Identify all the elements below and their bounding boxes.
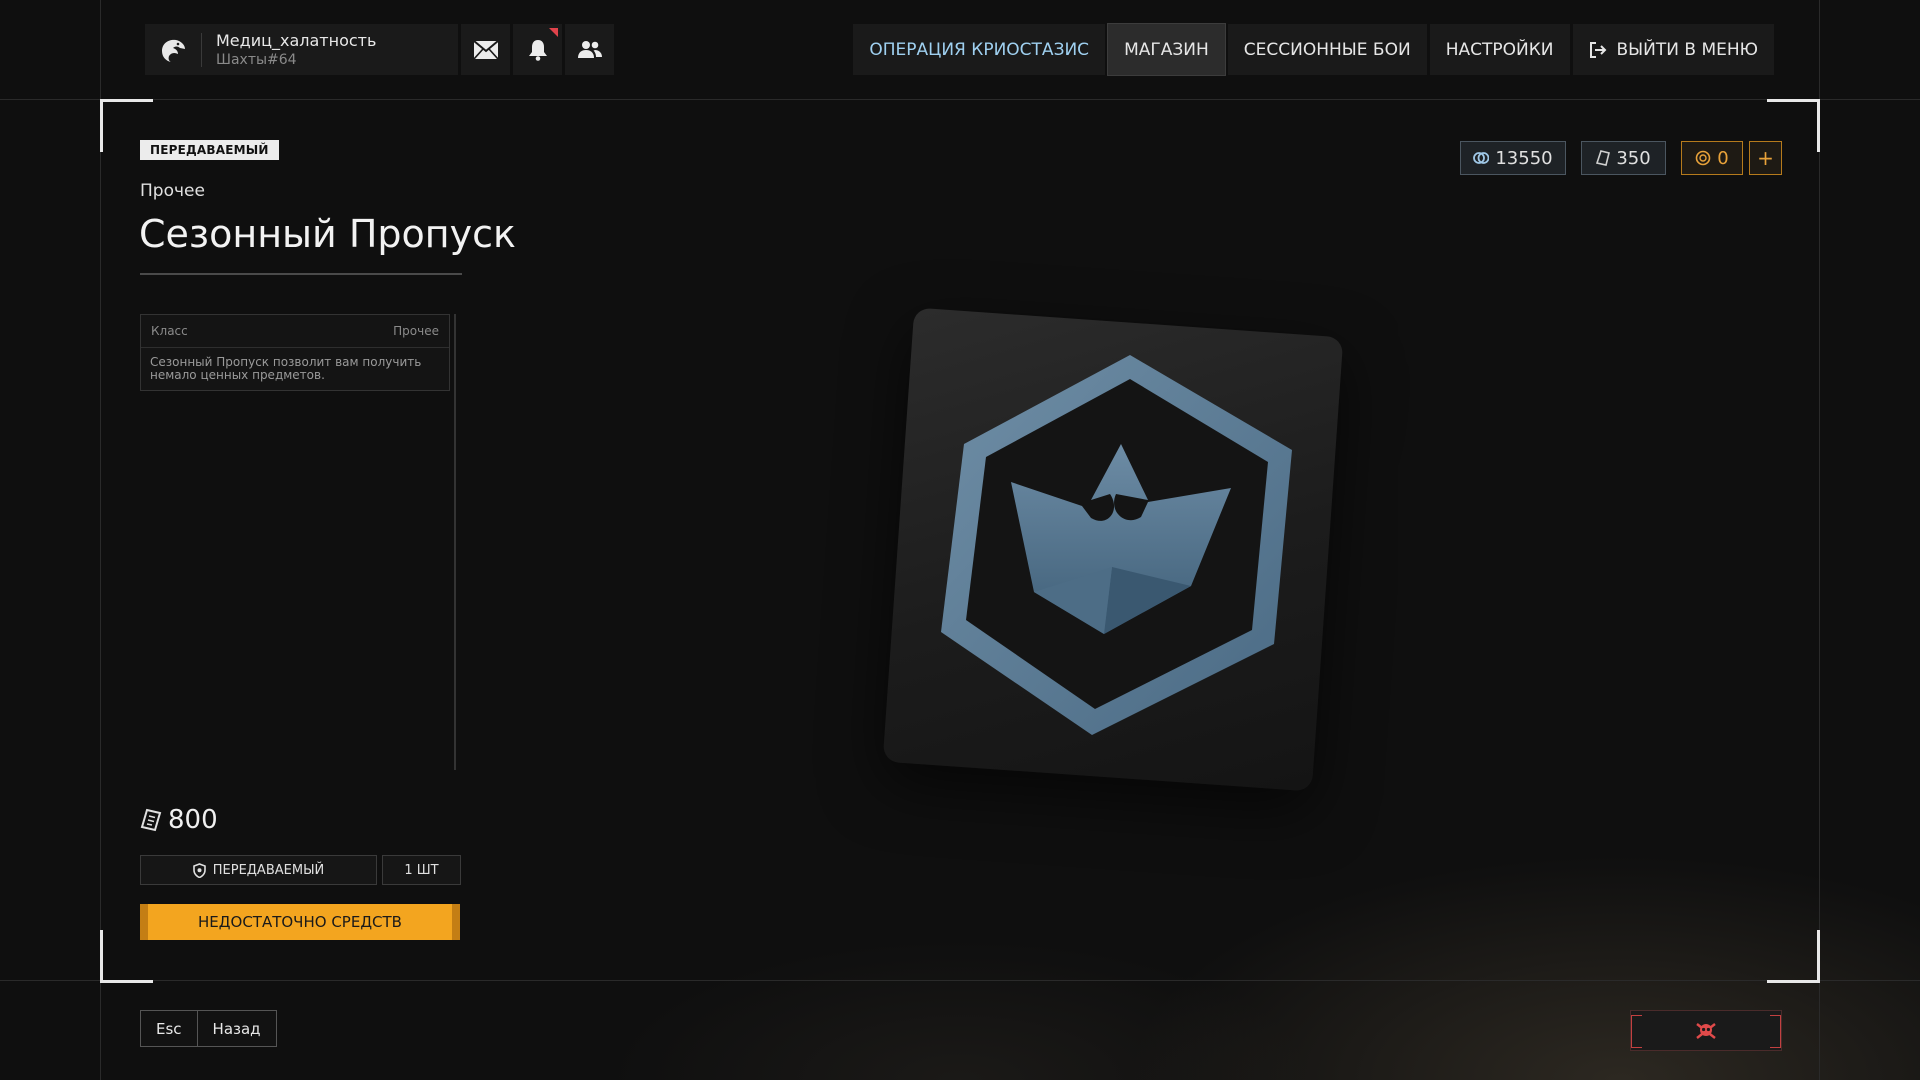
- nav-exit-to-menu[interactable]: ВЫЙТИ В МЕНЮ: [1572, 24, 1774, 75]
- item-info-table: Класс Прочее Сезонный Пропуск позволит в…: [140, 314, 450, 391]
- title-underline: [140, 273, 462, 275]
- credits-icon: [1473, 150, 1490, 166]
- profile-card[interactable]: Медиц_халатность Шахты#64: [145, 24, 458, 75]
- item-description: Сезонный Пропуск позволит вам получить н…: [150, 355, 422, 382]
- item-price: 800: [140, 805, 218, 835]
- info-scrollbar[interactable]: [454, 314, 456, 770]
- friends-icon: [577, 40, 602, 58]
- info-class-value: Прочее: [393, 324, 439, 338]
- shield-icon: [192, 862, 206, 878]
- back-label: Назад: [212, 1019, 261, 1038]
- info-class-label: Класс: [151, 324, 188, 338]
- esc-key: Esc: [156, 1019, 182, 1038]
- gold-coin-icon: [1695, 150, 1711, 166]
- frame-line-top: [0, 99, 1920, 100]
- gold-value: 0: [1717, 147, 1729, 169]
- item-preview: [882, 307, 1356, 792]
- tickets-value: 350: [1616, 147, 1651, 169]
- bell-icon: [528, 39, 547, 61]
- buy-button-label: НЕДОСТАТОЧНО СРЕДСТВ: [198, 913, 402, 931]
- nav-operation-cryostasis[interactable]: ОПЕРАЦИЯ КРИОСТАЗИС: [853, 24, 1106, 75]
- item-category: Прочее: [140, 181, 205, 201]
- exit-icon: [1589, 41, 1607, 59]
- corner-bracket-bottom-right: [1767, 930, 1820, 983]
- nav-settings[interactable]: НАСТРОЙКИ: [1429, 24, 1570, 75]
- buy-button-edge-right: [452, 904, 460, 940]
- nav-session-battles[interactable]: СЕССИОННЫЕ БОИ: [1227, 24, 1427, 75]
- skull-crossbones-icon: [1696, 1022, 1716, 1039]
- tradable-status: ПЕРЕДАВАЕМЫЙ: [140, 855, 377, 885]
- eagle-icon: [145, 24, 201, 75]
- frame-line-right: [1819, 0, 1820, 1080]
- tradable-badge: ПЕРЕДАВАЕМЫЙ: [140, 140, 279, 160]
- item-title: Сезонный Пропуск: [139, 212, 516, 256]
- mail-icon: [473, 40, 498, 59]
- skull-bracket-right: [1770, 1015, 1781, 1048]
- buy-button[interactable]: НЕДОСТАТОЧНО СРЕДСТВ: [140, 904, 460, 940]
- frame-line-left: [100, 0, 101, 1080]
- ticket-small-icon: [1596, 150, 1611, 166]
- info-row-class: Класс Прочее: [141, 315, 449, 348]
- nav-exit-label: ВЫЙТИ В МЕНЮ: [1616, 39, 1759, 60]
- profile-tag: Шахты#64: [216, 51, 297, 68]
- main-nav: ОПЕРАЦИЯ КРИОСТАЗИС МАГАЗИН СЕССИОННЫЕ Б…: [853, 23, 1774, 76]
- profile-names: Медиц_халатность Шахты#64: [202, 31, 376, 69]
- currency-tickets[interactable]: 350: [1581, 141, 1666, 175]
- mail-button[interactable]: [461, 24, 510, 75]
- profile-nickname: Медиц_халатность: [216, 30, 377, 50]
- buy-button-edge-left: [140, 904, 148, 940]
- friends-button[interactable]: [565, 24, 614, 75]
- back-hint[interactable]: Esc Назад: [140, 1010, 277, 1047]
- nav-shop[interactable]: МАГАЗИН: [1107, 23, 1226, 76]
- frame-line-bottom: [0, 980, 1920, 981]
- notifications-button[interactable]: [513, 24, 562, 75]
- quantity-display: 1 ШТ: [382, 855, 461, 885]
- skull-button[interactable]: [1630, 1010, 1782, 1051]
- item-price-value: 800: [168, 805, 218, 835]
- currency-credits[interactable]: 13550: [1460, 141, 1566, 175]
- add-currency-button[interactable]: +: [1749, 141, 1782, 175]
- tradable-status-label: ПЕРЕДАВАЕМЫЙ: [212, 862, 325, 878]
- crown-emblem-icon: [941, 355, 1292, 735]
- skull-bracket-left: [1631, 1015, 1642, 1048]
- notification-indicator: [549, 28, 558, 37]
- ticket-icon: [140, 808, 162, 832]
- credits-value: 13550: [1495, 147, 1553, 169]
- currency-gold[interactable]: 0: [1681, 141, 1743, 175]
